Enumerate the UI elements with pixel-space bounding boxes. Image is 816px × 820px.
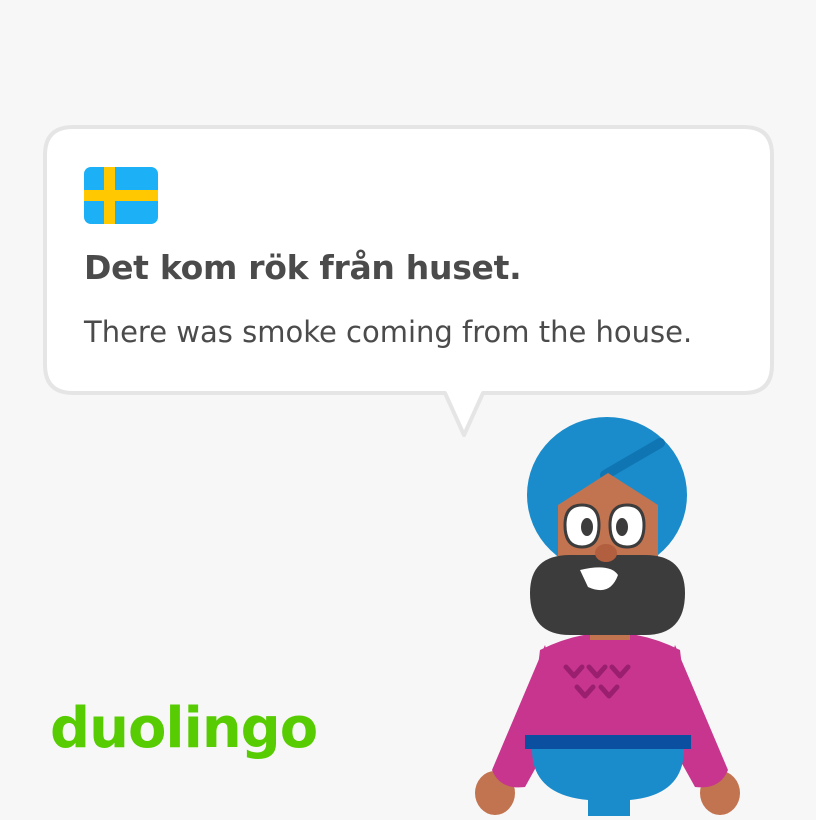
target-sentence: Det kom rök från huset. [84, 248, 522, 287]
belt [525, 735, 691, 749]
character-illustration [470, 415, 750, 816]
beard [530, 555, 685, 635]
pants [532, 749, 684, 816]
translation-text: There was smoke coming from the house. [84, 315, 693, 349]
sweden-flag-icon [84, 167, 158, 224]
nose [595, 544, 617, 562]
duolingo-logo: duolingo [50, 696, 318, 761]
